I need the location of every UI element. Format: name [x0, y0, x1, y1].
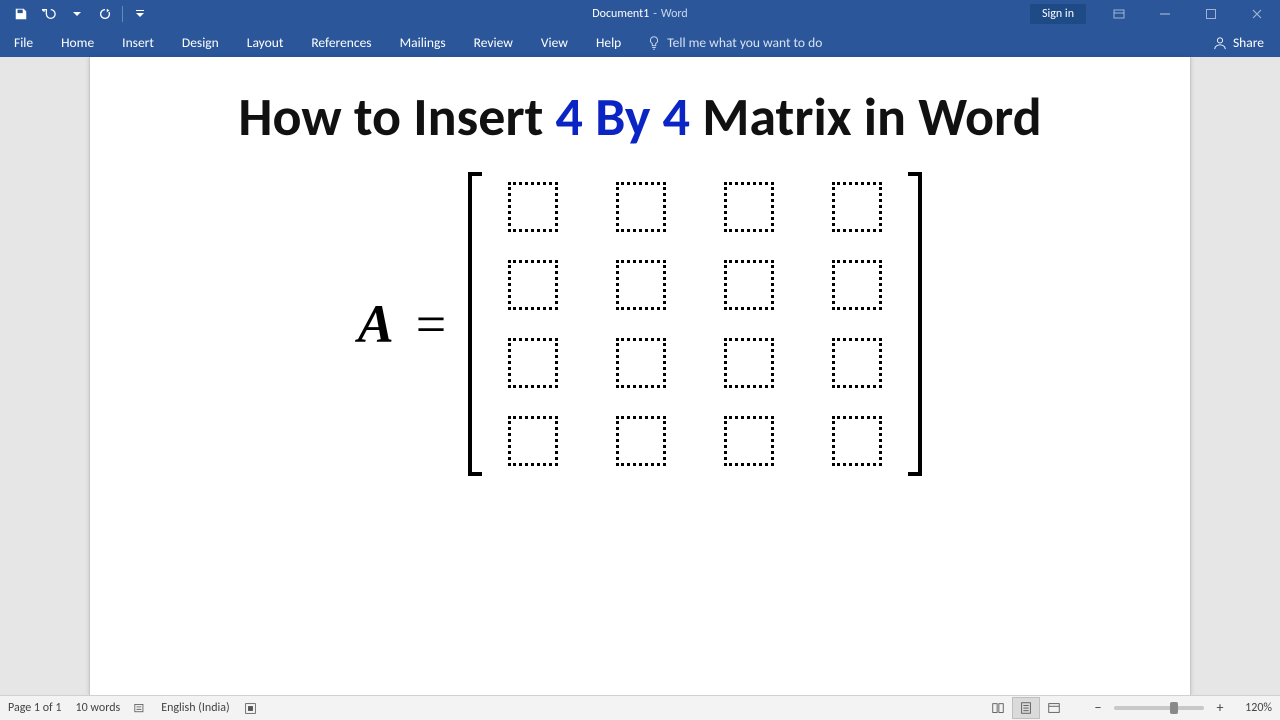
tab-layout[interactable]: Layout: [233, 28, 298, 57]
document-area: How to Insert 4 By 4 Matrix in Word A =: [0, 57, 1280, 696]
page-info[interactable]: Page 1 of 1: [8, 701, 62, 715]
zoom-in-button[interactable]: +: [1212, 700, 1228, 716]
heading-before: How to Insert: [238, 84, 555, 150]
matrix-cell-placeholder[interactable]: [832, 416, 882, 466]
tab-view[interactable]: View: [527, 28, 582, 57]
tell-me-placeholder: Tell me what you want to do: [667, 34, 822, 51]
title-bar: Document1 - Word Sign in: [0, 0, 1280, 28]
matrix-cell-placeholder[interactable]: [616, 260, 666, 310]
matrix-cell-placeholder[interactable]: [508, 338, 558, 388]
qat-separator: [122, 6, 123, 22]
tab-review[interactable]: Review: [460, 28, 527, 57]
matrix-cell-placeholder[interactable]: [832, 338, 882, 388]
minimize-icon[interactable]: [1142, 0, 1188, 28]
read-mode-button[interactable]: [984, 697, 1012, 719]
titlebar-right: Sign in: [1030, 0, 1280, 28]
ribbon-display-options-icon[interactable]: [1096, 0, 1142, 28]
matrix-cell-placeholder[interactable]: [832, 260, 882, 310]
tab-file[interactable]: File: [0, 28, 47, 57]
macro-icon: [244, 702, 257, 715]
equation-lhs: A: [358, 293, 394, 355]
undo-icon[interactable]: [38, 3, 60, 25]
redo-icon[interactable]: [94, 3, 116, 25]
tab-mailings[interactable]: Mailings: [386, 28, 460, 57]
equation-equals: =: [416, 293, 446, 355]
undo-dropdown-icon[interactable]: [66, 3, 88, 25]
tell-me-search[interactable]: Tell me what you want to do: [635, 34, 822, 51]
maximize-icon[interactable]: [1188, 0, 1234, 28]
matrix-cell-placeholder[interactable]: [724, 260, 774, 310]
matrix-cell-placeholder[interactable]: [832, 182, 882, 232]
print-layout-icon: [1019, 701, 1033, 715]
app-name: Word: [661, 7, 688, 21]
matrix-cell-placeholder[interactable]: [508, 416, 558, 466]
spellcheck-icon: [134, 702, 147, 715]
document-page[interactable]: How to Insert 4 By 4 Matrix in Word A =: [89, 57, 1191, 696]
lightbulb-icon: [647, 36, 661, 50]
matrix-cell-placeholder[interactable]: [724, 416, 774, 466]
read-mode-icon: [991, 701, 1005, 715]
word-count[interactable]: 10 words: [76, 701, 121, 715]
tab-insert[interactable]: Insert: [108, 28, 168, 57]
qat-customize-icon[interactable]: [129, 3, 151, 25]
status-bar: Page 1 of 1 10 words English (India) − +…: [0, 695, 1280, 720]
matrix-4x4[interactable]: [468, 172, 922, 476]
tab-help[interactable]: Help: [582, 28, 635, 57]
language-button[interactable]: English (India): [161, 701, 229, 715]
quick-access-toolbar: [0, 3, 151, 25]
web-layout-button[interactable]: [1040, 697, 1068, 719]
person-icon: [1213, 36, 1227, 50]
document-name: Document1: [592, 7, 649, 21]
tab-references[interactable]: References: [297, 28, 385, 57]
web-layout-icon: [1047, 701, 1061, 715]
share-label: Share: [1233, 34, 1264, 51]
document-heading: How to Insert 4 By 4 Matrix in Word: [90, 57, 1190, 166]
share-button[interactable]: Share: [1213, 34, 1264, 51]
zoom-slider-thumb[interactable]: [1170, 702, 1178, 714]
matrix-cell-placeholder[interactable]: [616, 182, 666, 232]
spellcheck-button[interactable]: [134, 702, 147, 715]
bracket-right-icon: [908, 172, 922, 476]
zoom-out-button[interactable]: −: [1090, 700, 1106, 716]
zoom-slider[interactable]: [1114, 706, 1204, 710]
matrix-cell-placeholder[interactable]: [724, 182, 774, 232]
bracket-left-icon: [468, 172, 482, 476]
matrix-cell-placeholder[interactable]: [616, 338, 666, 388]
ribbon-tabs: File Home Insert Design Layout Reference…: [0, 28, 1280, 57]
close-icon[interactable]: [1234, 0, 1280, 28]
print-layout-button[interactable]: [1012, 697, 1040, 719]
matrix-cell-placeholder[interactable]: [508, 182, 558, 232]
matrix-cell-placeholder[interactable]: [508, 260, 558, 310]
macro-button[interactable]: [244, 702, 257, 715]
save-icon[interactable]: [10, 3, 32, 25]
zoom-percent[interactable]: 120%: [1236, 701, 1272, 715]
equation[interactable]: A =: [90, 172, 1190, 476]
heading-after: Matrix in Word: [690, 84, 1042, 150]
sign-in-button[interactable]: Sign in: [1030, 4, 1086, 24]
view-switcher: [984, 697, 1068, 719]
matrix-grid: [482, 172, 908, 476]
zoom-control: − + 120%: [1090, 700, 1272, 716]
matrix-cell-placeholder[interactable]: [616, 416, 666, 466]
matrix-cell-placeholder[interactable]: [724, 338, 774, 388]
tab-design[interactable]: Design: [168, 28, 233, 57]
tab-home[interactable]: Home: [47, 28, 108, 57]
heading-highlight: 4 By 4: [556, 84, 690, 150]
